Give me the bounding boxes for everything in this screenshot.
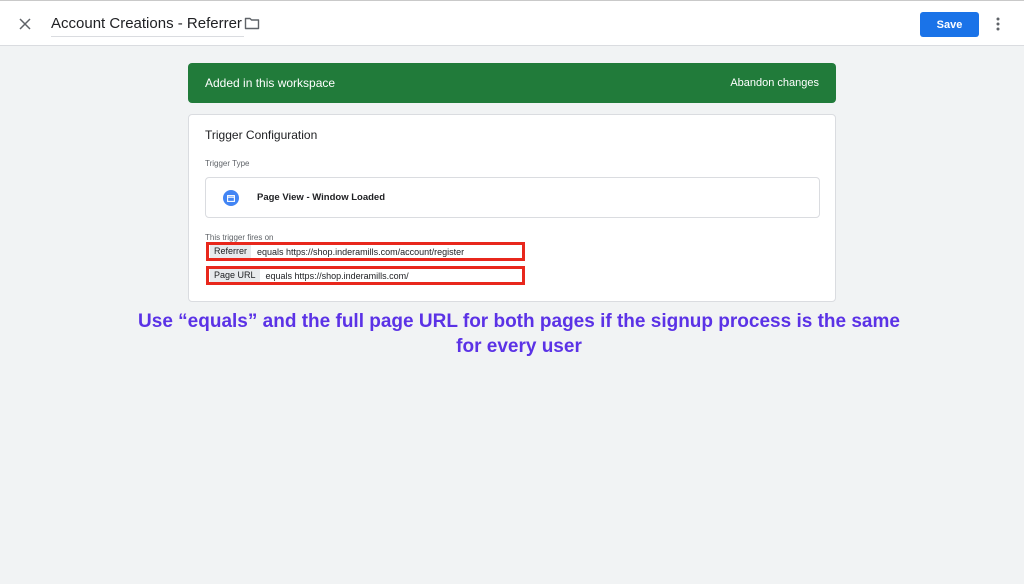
annotation-line-2: for every user [456,336,582,357]
trigger-type-selector[interactable]: Page View - Window Loaded [205,177,820,218]
annotation-line-1: Use “equals” and the full page URL for b… [138,311,900,332]
close-icon [19,18,31,30]
condition-expression: equals https://shop.inderamills.com/acco… [257,246,465,257]
fires-on-label: This trigger fires on [205,233,274,242]
condition-row-page-url[interactable]: Page URL equals https://shop.inderamills… [206,266,525,285]
trigger-configuration-card: Trigger Configuration Trigger Type Page … [188,114,836,302]
more-options-button[interactable] [990,14,1006,34]
condition-row-referrer[interactable]: Referrer equals https://shop.inderamills… [206,242,525,261]
save-button[interactable]: Save [920,12,979,37]
workspace-status-banner: Added in this workspace Abandon changes [188,63,836,103]
condition-variable: Referrer [210,245,252,258]
banner-message: Added in this workspace [205,76,336,90]
trigger-type-label: Trigger Type [205,159,250,168]
condition-variable: Page URL [210,269,260,282]
container-title[interactable]: Account Creations - Referrer [51,15,244,37]
trigger-type-value: Page View - Window Loaded [257,192,386,203]
page-view-icon [223,190,239,206]
condition-expression: equals https://shop.inderamills.com/ [265,270,409,281]
abandon-changes-link[interactable]: Abandon changes [730,77,819,89]
close-button[interactable] [14,13,36,35]
folder-button[interactable] [244,16,262,32]
folder-icon [244,17,260,30]
more-vert-icon [996,17,1000,31]
card-title: Trigger Configuration [205,128,318,142]
annotation-text: Use “equals” and the full page URL for b… [80,309,958,359]
top-bar: Account Creations - Referrer Save [0,0,1024,46]
